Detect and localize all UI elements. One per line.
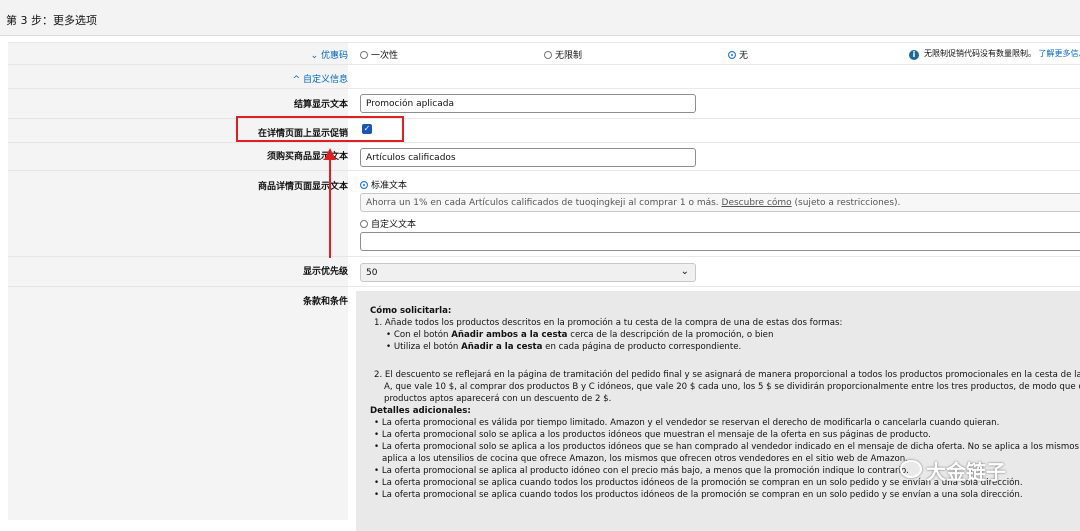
wechat-icon <box>900 460 922 478</box>
annotation-arrow <box>324 148 336 258</box>
watermark: 大金链子 <box>900 456 1006 485</box>
